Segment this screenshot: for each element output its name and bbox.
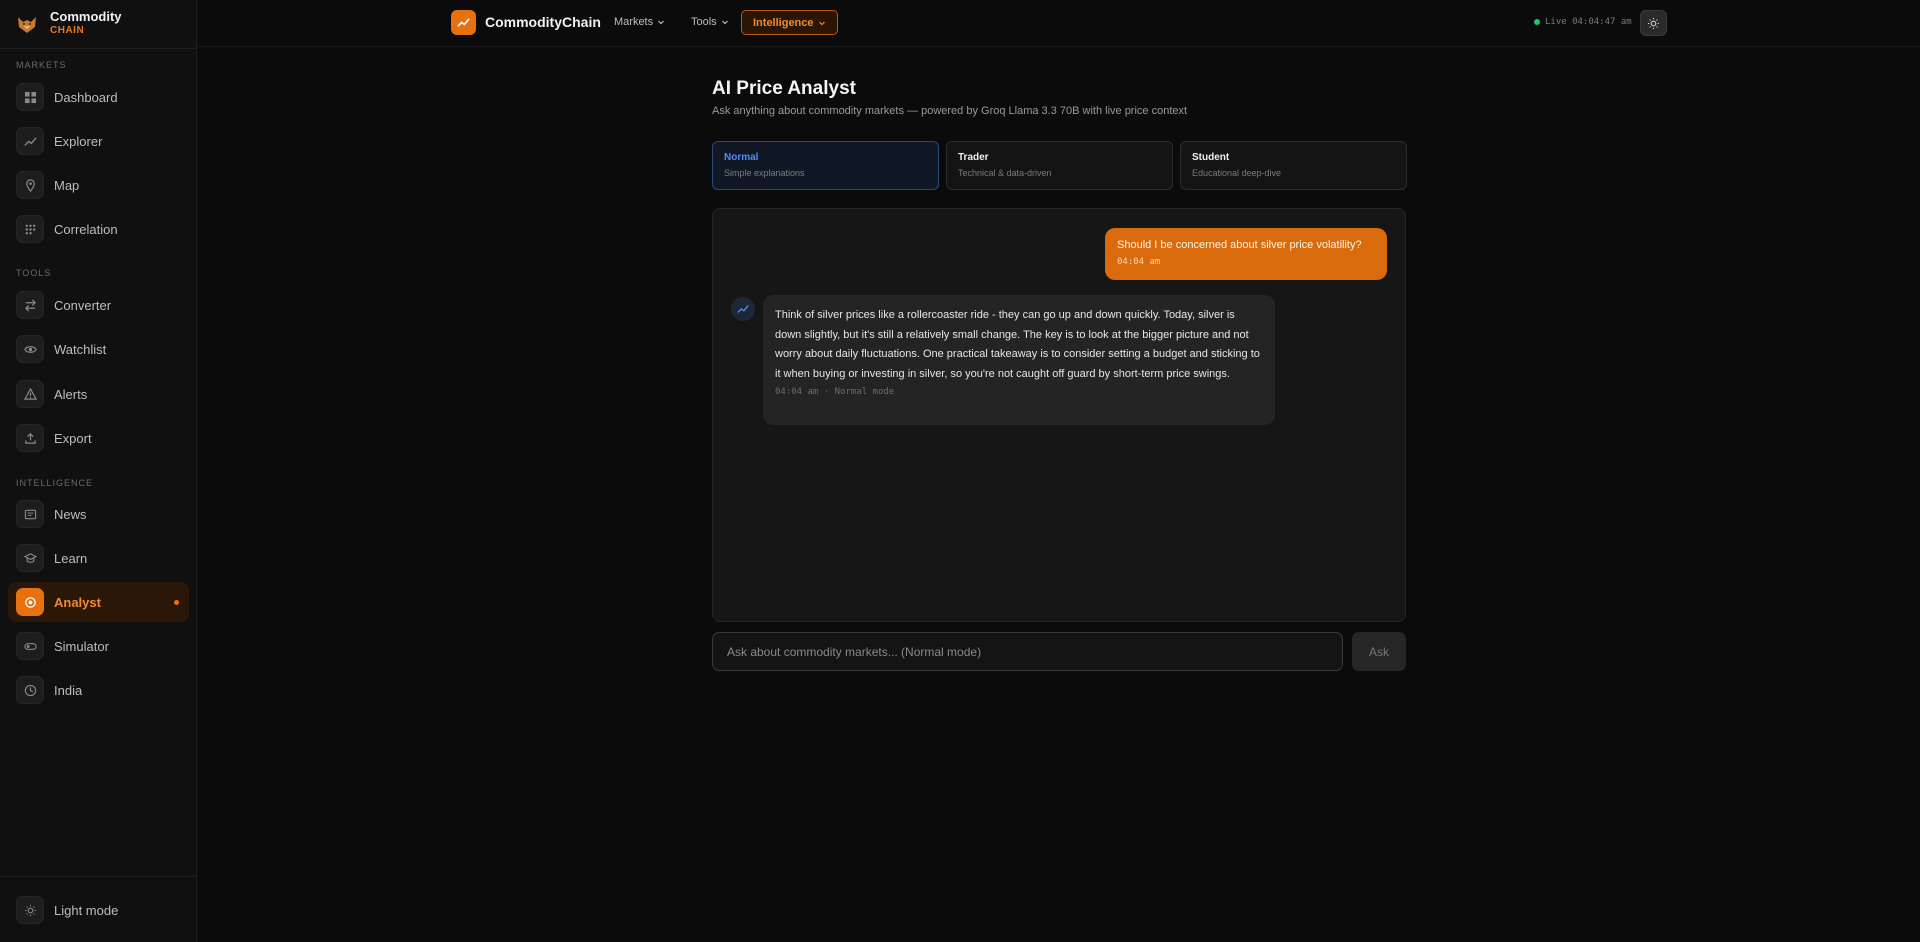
mode-trader[interactable]: Trader Technical & data-driven (946, 141, 1173, 190)
sidebar-item-learn[interactable]: Learn (8, 538, 189, 578)
mode-title: Trader (958, 152, 989, 163)
upload-icon (16, 424, 44, 452)
sidebar-item-news[interactable]: News (8, 494, 189, 534)
sun-icon (16, 896, 44, 924)
active-indicator-dot (174, 600, 179, 605)
sidebar-item-india[interactable]: India (8, 670, 189, 710)
chevron-down-icon (658, 20, 665, 25)
section-label-tools: TOOLS (16, 268, 52, 278)
assistant-message: Think of silver prices like a rollercoas… (763, 295, 1275, 425)
assistant-message-meta: 04:04 am · Normal mode (775, 387, 895, 397)
sidebar-item-export[interactable]: Export (8, 418, 189, 458)
grid-icon (16, 83, 44, 111)
sidebar-item-converter[interactable]: Converter (8, 285, 189, 325)
menu-label: Intelligence (753, 16, 814, 29)
sidebar-item-label: Explorer (54, 133, 103, 149)
live-text: Live 04:04:47 am (1545, 17, 1632, 27)
ask-button[interactable]: Ask (1352, 632, 1406, 671)
sidebar-item-label: Analyst (54, 594, 101, 610)
sidebar-item-watchlist[interactable]: Watchlist (8, 329, 189, 369)
mode-subtitle: Technical & data-driven (958, 168, 1052, 178)
dots-grid-icon (16, 215, 44, 243)
pin-icon (16, 171, 44, 199)
mode-student[interactable]: Student Educational deep-dive (1180, 141, 1407, 190)
sidebar: Commodity CHAIN MARKETS TOOLS INTELLIGEN… (0, 0, 197, 942)
theme-toggle-button[interactable] (1640, 10, 1667, 36)
trend-icon (737, 305, 749, 313)
toggle-icon (16, 632, 44, 660)
swap-icon (16, 291, 44, 319)
chat-panel[interactable]: Should I be concerned about silver price… (712, 208, 1406, 622)
live-dot-icon (1534, 19, 1540, 25)
sidebar-item-label: Alerts (54, 386, 88, 402)
sidebar-footer: Light mode (0, 876, 196, 942)
menu-markets[interactable]: Markets (614, 16, 665, 28)
bot-avatar (731, 297, 755, 321)
top-bar: CommodityChain Markets Tools Intelligenc… (197, 0, 1920, 47)
live-status: Live 04:04:47 am (1534, 17, 1632, 27)
mode-subtitle: Educational deep-dive (1192, 168, 1282, 178)
user-message: Should I be concerned about silver price… (1105, 228, 1387, 280)
mode-title: Student (1192, 152, 1230, 163)
warning-icon (16, 380, 44, 408)
sidebar-item-label: Export (54, 430, 92, 446)
assistant-message-text: Think of silver prices like a rollercoas… (775, 309, 1260, 380)
sun-icon (1647, 17, 1660, 29)
mode-subtitle: Simple explanations (724, 168, 805, 178)
menu-label: Markets (614, 16, 654, 28)
user-message-text: Should I be concerned about silver price… (1117, 239, 1362, 251)
clock-icon (16, 676, 44, 704)
sidebar-item-label: Converter (54, 297, 112, 313)
fox-logo-icon (14, 11, 40, 37)
sidebar-item-label: Simulator (54, 638, 109, 654)
sidebar-item-analyst[interactable]: Analyst (8, 582, 189, 622)
sidebar-item-label: India (54, 682, 83, 698)
sidebar-item-simulator[interactable]: Simulator (8, 626, 189, 666)
sidebar-item-label: Correlation (54, 221, 118, 237)
sidebar-item-label: Dashboard (54, 89, 118, 105)
target-icon (16, 588, 44, 616)
menu-tools[interactable]: Tools (691, 16, 729, 28)
graduation-cap-icon (16, 544, 44, 572)
sidebar-item-dashboard[interactable]: Dashboard (8, 77, 189, 117)
menu-label: Tools (691, 16, 717, 28)
sidebar-item-alerts[interactable]: Alerts (8, 374, 189, 414)
light-mode-label: Light mode (54, 902, 119, 918)
mode-normal[interactable]: Normal Simple explanations (712, 141, 939, 190)
app-title[interactable]: CommodityChain (485, 14, 601, 30)
ask-input[interactable] (712, 632, 1343, 671)
section-label-intelligence: INTELLIGENCE (16, 478, 94, 488)
trend-icon (16, 127, 44, 155)
sidebar-item-label: Watchlist (54, 341, 107, 357)
page-title: AI Price Analyst (712, 78, 856, 99)
chevron-down-icon (721, 20, 728, 25)
brand-name: Commodity (50, 9, 122, 24)
newspaper-icon (16, 500, 44, 528)
sidebar-item-label: Map (54, 177, 80, 193)
chevron-down-icon (818, 21, 825, 25)
sidebar-item-map[interactable]: Map (8, 165, 189, 205)
eye-icon (16, 335, 44, 363)
sidebar-item-correlation[interactable]: Correlation (8, 209, 189, 249)
user-message-time: 04:04 am (1117, 257, 1161, 267)
brand-sub: CHAIN (50, 25, 85, 36)
menu-intelligence[interactable]: Intelligence (741, 10, 838, 35)
app-logo-icon[interactable] (451, 10, 476, 35)
sidebar-item-label: News (54, 506, 87, 522)
sidebar-item-explorer[interactable]: Explorer (8, 121, 189, 161)
page-subtitle: Ask anything about commodity markets — p… (712, 105, 1188, 117)
mode-title: Normal (724, 152, 759, 163)
sidebar-item-label: Learn (54, 550, 88, 566)
brand[interactable]: Commodity CHAIN (0, 0, 196, 49)
section-label-markets: MARKETS (16, 60, 67, 70)
light-mode-toggle[interactable]: Light mode (8, 890, 189, 930)
